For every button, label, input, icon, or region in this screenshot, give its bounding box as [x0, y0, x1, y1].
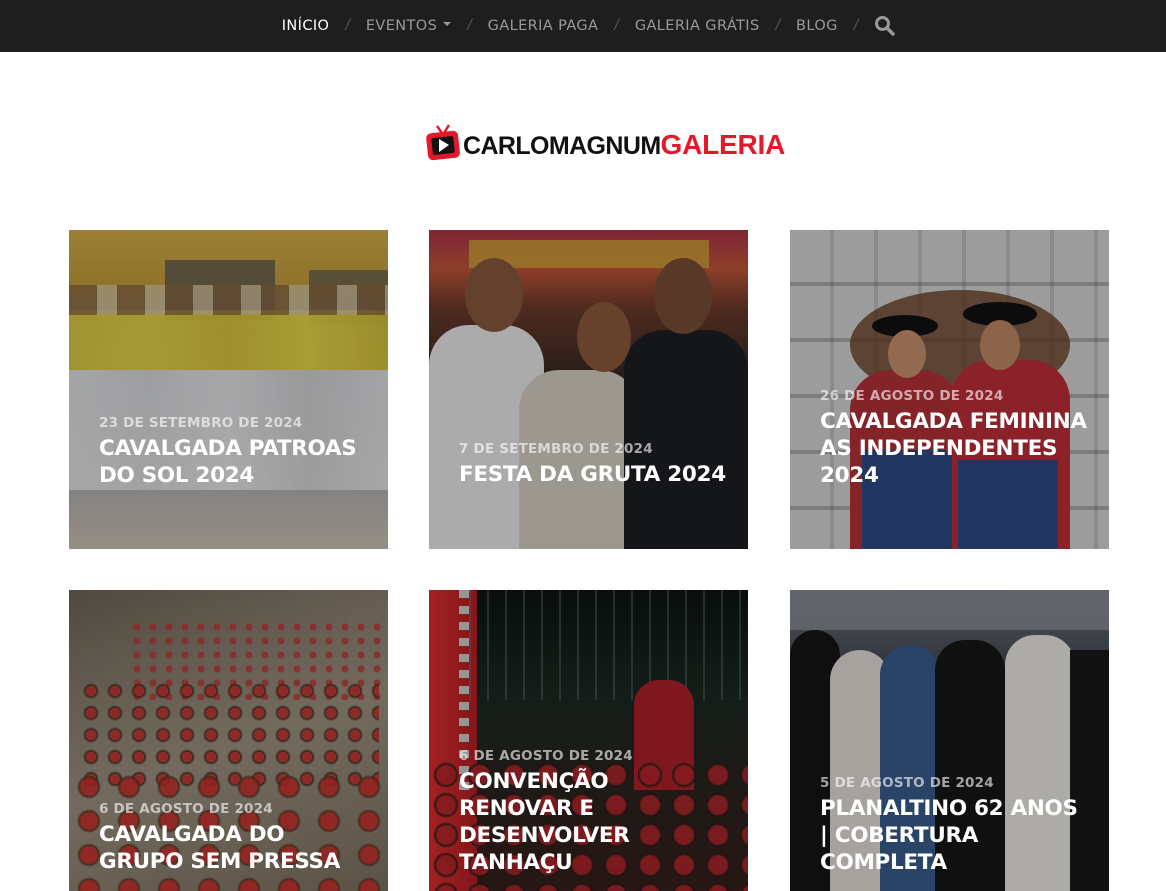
post-title[interactable]: CAVALGADA PATROAS DO SOL 2024 — [99, 435, 368, 489]
post-card[interactable]: 7 DE SETEMBRO DE 2024 FESTA DA GRUTA 202… — [429, 230, 748, 549]
post-caption: 6 DE AGOSTO DE 2024 CAVALGADA DO GRUPO S… — [99, 801, 368, 875]
post-title[interactable]: CAVALGADA FEMININA AS INDEPENDENTES 2024 — [820, 408, 1089, 489]
logo-text-galeria: GALERIA — [660, 129, 786, 160]
post-card[interactable]: 6 DE AGOSTO DE 2024 CAVALGADA DO GRUPO S… — [69, 590, 388, 891]
post-card[interactable]: 26 DE AGOSTO DE 2024 CAVALGADA FEMININA … — [790, 230, 1109, 549]
nav-item-eventos[interactable]: EVENTOS — [365, 18, 452, 34]
nav-separator: / — [614, 17, 619, 34]
post-caption: 6 DE AGOSTO DE 2024 CONVENÇÃO RENOVAR E … — [459, 748, 728, 876]
post-title[interactable]: CAVALGADA DO GRUPO SEM PRESSA — [99, 821, 368, 875]
nav-item-blog[interactable]: BLOG — [796, 18, 838, 34]
nav-separator: / — [345, 17, 350, 34]
image-overlay — [69, 230, 388, 549]
nav-separator: / — [853, 17, 859, 34]
tv-play-icon — [426, 123, 460, 161]
post-title[interactable]: FESTA DA GRUTA 2024 — [459, 461, 728, 488]
post-date: 5 DE AGOSTO DE 2024 — [820, 775, 994, 791]
image-overlay — [429, 230, 748, 549]
post-caption: 5 DE AGOSTO DE 2024 PLANALTINO 62 ANOS |… — [820, 775, 1089, 876]
post-card[interactable]: 6 DE AGOSTO DE 2024 CONVENÇÃO RENOVAR E … — [429, 590, 748, 891]
nav-item-eventos-label: EVENTOS — [365, 18, 438, 34]
post-title[interactable]: CONVENÇÃO RENOVAR E DESENVOLVER TANHAÇU — [459, 768, 728, 876]
post-date: 7 DE SETEMBRO DE 2024 — [459, 441, 653, 457]
nav-menu: INÍCIO / EVENTOS / GALERIA PAGA / GALERI… — [282, 15, 896, 37]
post-card[interactable]: 5 DE AGOSTO DE 2024 PLANALTINO 62 ANOS |… — [790, 590, 1109, 891]
search-icon[interactable] — [874, 15, 896, 37]
post-date: 6 DE AGOSTO DE 2024 — [99, 801, 273, 817]
nav-separator: / — [775, 17, 781, 34]
post-caption: 7 DE SETEMBRO DE 2024 FESTA DA GRUTA 202… — [459, 441, 728, 488]
logo-text-carlomagnum: CARLOMAGNUM — [463, 132, 661, 160]
nav-separator: / — [467, 17, 472, 34]
post-caption: 23 DE SETEMBRO DE 2024 CAVALGADA PATROAS… — [99, 415, 368, 489]
post-card[interactable]: 23 DE SETEMBRO DE 2024 CAVALGADA PATROAS… — [69, 230, 388, 549]
chevron-down-icon — [443, 22, 452, 26]
nav-item-inicio[interactable]: INÍCIO — [282, 18, 330, 34]
post-caption: 26 DE AGOSTO DE 2024 CAVALGADA FEMININA … — [820, 388, 1089, 489]
post-date: 23 DE SETEMBRO DE 2024 — [99, 415, 303, 431]
post-date: 6 DE AGOSTO DE 2024 — [459, 748, 633, 764]
nav-item-galeria-paga[interactable]: GALERIA PAGA — [488, 18, 599, 34]
post-title[interactable]: PLANALTINO 62 ANOS | COBERTURA COMPLETA — [820, 795, 1089, 876]
logo-wordmark: CARLOMAGNUMGALERIA — [463, 131, 785, 159]
site-logo[interactable]: CARLOMAGNUMGALERIA — [426, 122, 785, 162]
nav-item-galeria-gratis[interactable]: GALERIA GRÁTIS — [635, 18, 760, 34]
post-date: 26 DE AGOSTO DE 2024 — [820, 388, 1004, 404]
top-navigation: INÍCIO / EVENTOS / GALERIA PAGA / GALERI… — [0, 0, 1166, 52]
